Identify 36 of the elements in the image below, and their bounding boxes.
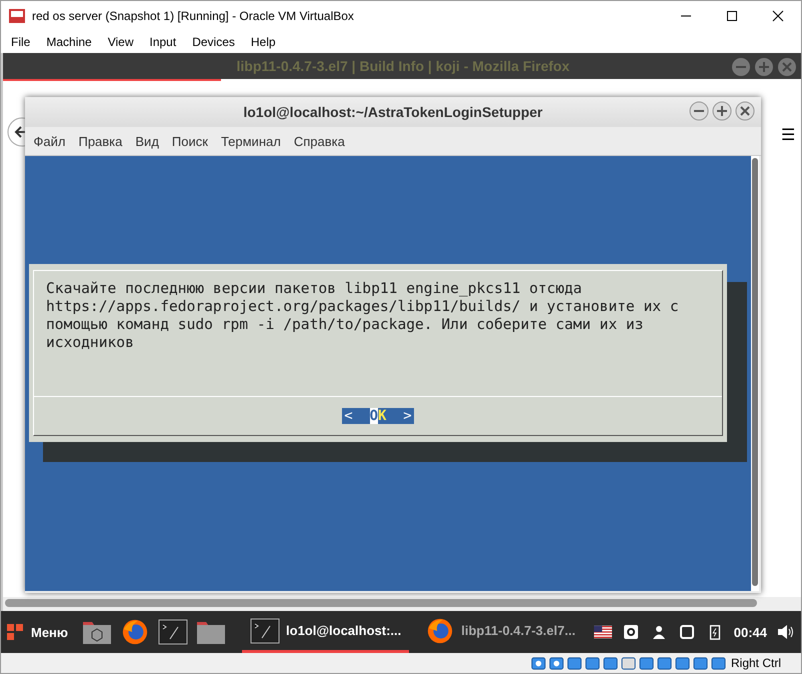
app-icon <box>9 8 25 24</box>
menu-item[interactable]: File <box>3 35 38 49</box>
menu-item[interactable]: Machine <box>38 35 100 49</box>
menu-item[interactable]: Input <box>142 35 184 49</box>
close-button[interactable] <box>735 101 755 121</box>
minimize-button[interactable] <box>689 101 709 121</box>
close-button[interactable] <box>772 10 784 22</box>
maximize-button[interactable] <box>726 10 738 22</box>
flag-icon[interactable] <box>594 624 612 640</box>
scrollbar[interactable] <box>5 599 757 607</box>
window-title: red os server (Snapshot 1) [Running] - Oracle VM VirtualBox <box>32 9 355 23</box>
taskbar-task[interactable]: libp11-0.4.7-3.el7... <box>417 611 584 653</box>
window-icon[interactable] <box>678 624 696 640</box>
menu-item[interactable]: Файл <box>27 134 72 148</box>
ok-button[interactable]: < OK > <box>342 408 414 424</box>
start-menu-button[interactable]: Меню <box>7 624 68 640</box>
scrollbar[interactable] <box>752 158 758 586</box>
menu-item[interactable]: Help <box>242 35 284 49</box>
menu-item[interactable]: View <box>100 35 142 49</box>
terminal-icon <box>250 616 280 644</box>
back-button[interactable] <box>7 117 25 147</box>
menu-item[interactable]: Поиск <box>165 134 214 148</box>
host-key-label: Right Ctrl <box>730 656 781 670</box>
terminal-icon[interactable] <box>158 618 188 646</box>
maximize-button[interactable] <box>712 101 732 121</box>
volume-icon[interactable] <box>777 624 795 640</box>
logo-icon <box>7 624 23 640</box>
menu-item[interactable]: Правка <box>72 134 129 148</box>
menu-item[interactable]: Терминал <box>214 134 288 148</box>
menu-button[interactable]: ☰ <box>781 125 795 145</box>
menu-item[interactable]: Devices <box>184 35 243 49</box>
clock[interactable]: 00:44 <box>734 624 767 640</box>
dialog-message: Скачайте последнюю версии пакетов libp11 engine_pkcs11 отсюда https://apps.fedoraproject.org/packages/libp11/builds/ и установите их с помощью команд sudo rpm -i /path/to/package. Или соберите сами их из исходников <box>45 279 680 353</box>
terminal-window-title: lo1ol@localhost:~/AstraTokenLoginSetupper <box>243 104 543 120</box>
menu-item[interactable]: Вид <box>128 134 166 148</box>
menu-item[interactable]: Справка <box>287 134 352 148</box>
